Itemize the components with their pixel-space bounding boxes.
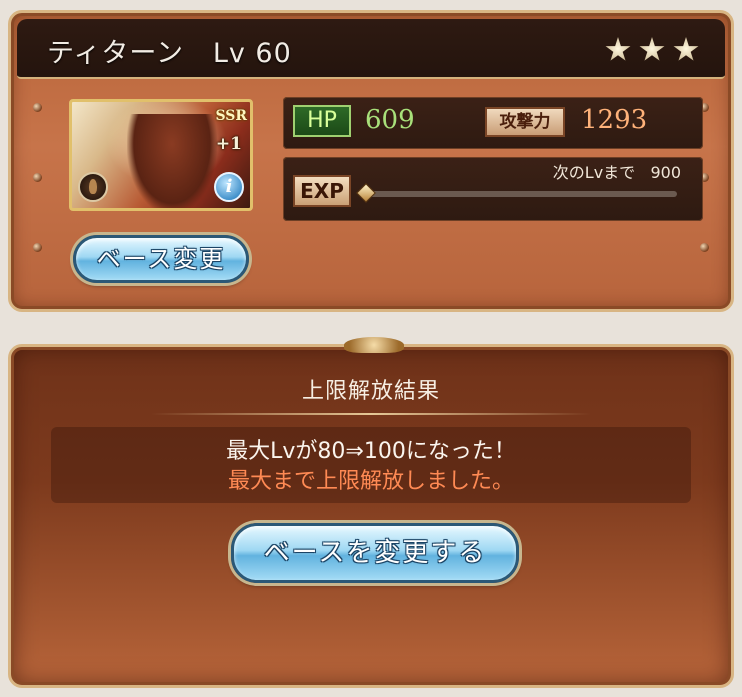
character-name-line: ティターン Lv 60 [47,31,292,70]
next-level-label: 次のLvまで [552,163,636,182]
character-art [127,114,217,208]
character-level: Lv 60 [212,38,292,69]
attack-value: 1293 [581,105,648,135]
result-title: 上限解放結果 [301,379,440,404]
rivet-decoration [700,243,709,252]
hp-label: HP [293,105,351,137]
exp-box: EXP 次のLvまで 900 [283,157,703,221]
star-icon [605,37,631,61]
result-panel: 上限解放結果 最大Lvが80⇒100になった！ 最大まで上限解放しました。 ベー… [8,337,734,688]
attack-label: 攻撃力 [485,107,565,137]
info-icon[interactable]: i [214,172,244,202]
base-change-button[interactable]: ベース変更 [73,235,249,283]
rivet-decoration [33,173,42,182]
character-panel: ティターン Lv 60 SSR +1 i ベース変更 HP 609 攻撃力 12… [8,10,734,312]
ornament-icon [344,337,404,353]
next-level-value: 900 [650,163,681,182]
character-title-bar: ティターン Lv 60 [17,19,725,79]
plus-bonus-badge: +1 [215,134,242,154]
change-base-button[interactable]: ベースを変更する [231,523,519,583]
rivet-decoration [33,243,42,252]
exp-marker-icon [356,183,376,203]
element-icon [78,172,108,202]
next-level-text: 次のLvまで 900 [553,159,681,183]
result-highlight-message: 最大まで上限解放しました。 [227,469,514,494]
title-divider [151,413,591,415]
stat-box: HP 609 攻撃力 1293 [283,97,703,149]
rivet-decoration [33,103,42,112]
exp-progress-bar [356,183,677,203]
character-name: ティターン [47,38,185,69]
rarity-badge: SSR [215,108,247,124]
result-message: 最大Lvが80⇒100になった！ [226,439,516,464]
star-icon [673,37,699,61]
rarity-stars [605,37,699,63]
character-portrait[interactable]: SSR +1 i [69,99,253,211]
exp-label: EXP [293,175,351,207]
star-icon [639,37,665,61]
hp-value: 609 [365,105,415,135]
